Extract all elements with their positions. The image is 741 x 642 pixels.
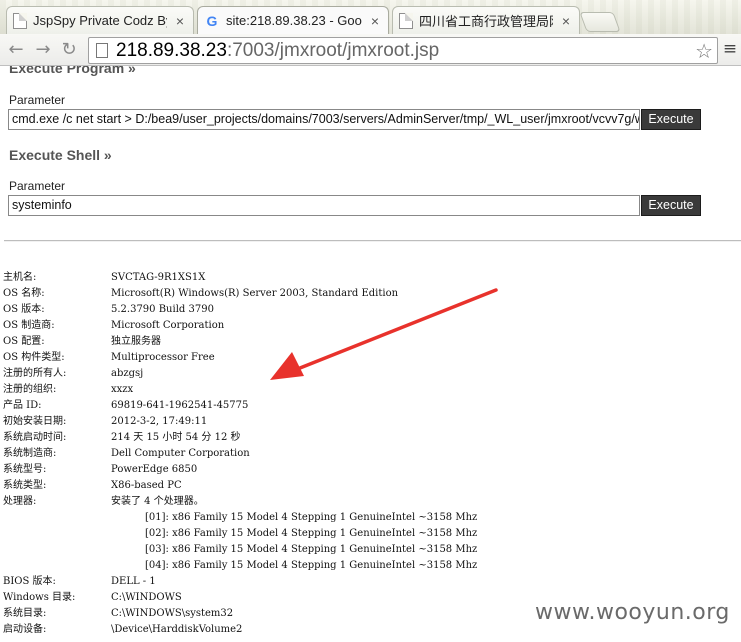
tab-google-search[interactable]: G site:218.89.38.23 - Goog × — [197, 6, 389, 34]
annotation-arrow-icon — [270, 288, 498, 380]
watermark: www.wooyun.org — [535, 600, 730, 625]
arrow-head — [270, 352, 304, 380]
close-icon[interactable]: × — [368, 13, 382, 29]
tab-title: site:218.89.38.23 - Goog — [226, 13, 362, 28]
arrow-shaft — [298, 288, 498, 370]
google-icon: G — [206, 12, 218, 29]
